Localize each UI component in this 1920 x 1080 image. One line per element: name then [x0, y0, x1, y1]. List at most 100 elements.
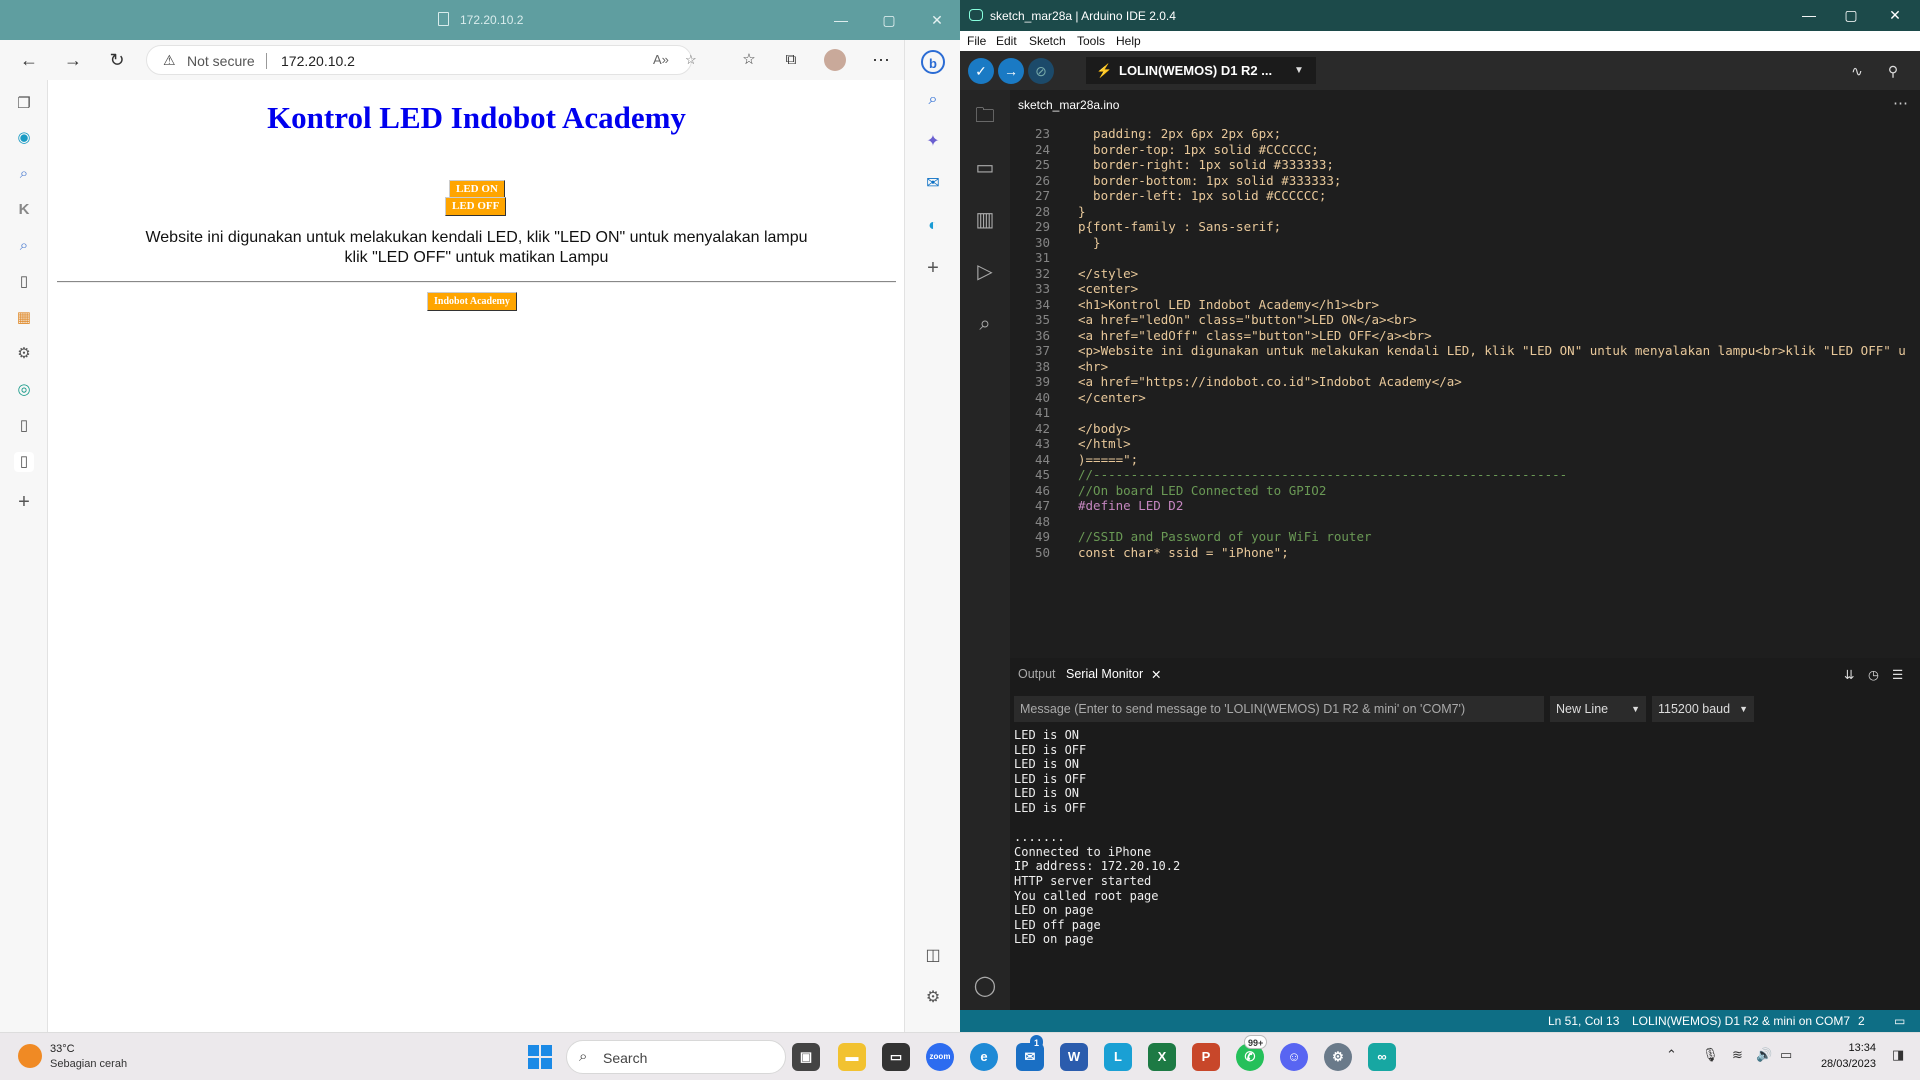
code-line[interactable]: #define LED D2: [1078, 498, 1183, 513]
code-line[interactable]: </center>: [1078, 390, 1146, 405]
code-line[interactable]: <h1>Kontrol LED Indobot Academy</h1><br>: [1078, 297, 1379, 312]
code-line[interactable]: <a href="ledOn" class="button">LED ON</a…: [1078, 312, 1417, 327]
clock-date[interactable]: 28/03/2023: [1806, 1058, 1876, 1070]
task-view-icon[interactable]: ▣: [792, 1043, 820, 1071]
menu-tools[interactable]: Tools: [1077, 34, 1105, 48]
sidebar-settings-icon[interactable]: ⚙: [921, 986, 945, 1010]
tab-search2-icon[interactable]: ⌕: [14, 236, 34, 256]
code-line[interactable]: <a href="ledOff" class="button">LED OFF<…: [1078, 328, 1432, 343]
code-line[interactable]: )=====";: [1078, 452, 1138, 467]
battery-icon[interactable]: ▭: [1780, 1047, 1792, 1063]
new-tab-icon[interactable]: +: [14, 492, 34, 512]
board-port-status[interactable]: LOLIN(WEMOS) D1 R2 & mini on COM7: [1632, 1014, 1850, 1028]
menu-file[interactable]: File: [967, 34, 986, 48]
notifications-icon[interactable]: ◨: [1892, 1047, 1904, 1063]
add-sidebar-icon[interactable]: +: [921, 256, 945, 280]
boards-manager-icon[interactable]: ▭: [973, 156, 997, 180]
refresh-icon[interactable]: ↻: [104, 48, 130, 72]
tab-k-icon[interactable]: K: [14, 200, 34, 220]
close-icon[interactable]: ✕: [922, 8, 952, 32]
arduino-ide-icon[interactable]: ∞: [1368, 1043, 1396, 1071]
toggle-panel-icon[interactable]: ▭: [1894, 1014, 1905, 1028]
serial-message-input[interactable]: Message (Enter to send message to 'LOLIN…: [1014, 696, 1544, 722]
discord-icon[interactable]: ☺: [1280, 1043, 1308, 1071]
menu-help[interactable]: Help: [1116, 34, 1141, 48]
code-line[interactable]: <p>Website ini digunakan untuk melakukan…: [1078, 343, 1906, 358]
cursor-position[interactable]: Ln 51, Col 13: [1548, 1014, 1619, 1028]
maximize-icon[interactable]: ▢: [874, 8, 904, 32]
menu-sketch[interactable]: Sketch: [1029, 34, 1066, 48]
menu-edit[interactable]: Edit: [996, 34, 1017, 48]
read-aloud-icon[interactable]: A»: [653, 52, 669, 67]
code-area[interactable]: 23 padding: 2px 6px 2px 6px; 24 border-to…: [1010, 120, 1920, 658]
tab-actions-icon[interactable]: ❐: [14, 94, 34, 114]
weather-temperature[interactable]: 33°C: [50, 1043, 75, 1055]
tools-icon[interactable]: ✦: [921, 130, 945, 154]
zoom-icon[interactable]: zoom: [926, 1043, 954, 1071]
serial-monitor-icon[interactable]: ⚲: [1880, 58, 1906, 84]
more-menu-icon[interactable]: ⋯: [868, 48, 894, 72]
settings-icon[interactable]: ⚙: [1324, 1043, 1352, 1071]
volume-icon[interactable]: 🔊: [1756, 1047, 1772, 1063]
bing-icon[interactable]: b: [921, 50, 945, 74]
address-bar[interactable]: ⚠ Not secure 172.20.10.2 A» ☆: [146, 45, 697, 75]
tab-arduino-icon[interactable]: ◉: [14, 128, 34, 148]
debug-icon[interactable]: ⊘: [1028, 58, 1054, 84]
app-l-icon[interactable]: L: [1104, 1043, 1132, 1071]
code-line[interactable]: </html>: [1078, 436, 1131, 451]
microphone-icon[interactable]: 🎙: [1702, 1047, 1719, 1063]
favorite-add-icon[interactable]: ☆: [685, 52, 697, 68]
collections-icon[interactable]: ⧉: [778, 48, 804, 72]
word-icon[interactable]: W: [1060, 1043, 1088, 1071]
sketchbook-icon[interactable]: 🗀: [973, 104, 997, 128]
serial-plotter-icon[interactable]: ∿: [1844, 58, 1870, 84]
tab-chatgpt-icon[interactable]: ◎: [14, 380, 34, 400]
show-hidden-icons-icon[interactable]: ⌃: [1666, 1047, 1677, 1063]
back-icon[interactable]: ←: [16, 48, 42, 72]
code-line[interactable]: //--------------------------------------…: [1078, 467, 1567, 482]
code-line[interactable]: <center>: [1078, 281, 1138, 296]
library-manager-icon[interactable]: ▥: [973, 208, 997, 232]
debug-panel-icon[interactable]: ▷: [973, 260, 997, 284]
profile-avatar[interactable]: [824, 49, 846, 71]
code-line[interactable]: <a href="https://indobot.co.id">Indobot …: [1078, 374, 1462, 389]
ide-minimize-icon[interactable]: —: [1794, 3, 1824, 27]
tab-page-icon[interactable]: ▯: [14, 272, 34, 292]
code-line[interactable]: border-top: 1px solid #CCCCCC;: [1078, 142, 1319, 157]
file-explorer-icon[interactable]: ▬: [838, 1043, 866, 1071]
taskbar-search[interactable]: ⌕ Search: [566, 1040, 786, 1074]
board-selector[interactable]: ⚡ LOLIN(WEMOS) D1 R2 ... ▼: [1086, 57, 1316, 84]
minimize-icon[interactable]: —: [826, 8, 856, 32]
search-icon[interactable]: ⌕: [921, 88, 945, 112]
autoscroll-icon[interactable]: ⇊: [1844, 667, 1854, 682]
clear-output-icon[interactable]: ☰: [1892, 667, 1903, 682]
outlook-icon[interactable]: ✉: [921, 172, 945, 196]
verify-icon[interactable]: ✓: [968, 58, 994, 84]
code-line[interactable]: }: [1078, 235, 1101, 250]
close-serial-tab-icon[interactable]: ✕: [1151, 667, 1161, 682]
led-off-button[interactable]: LED OFF: [445, 197, 507, 216]
tab-settings-icon[interactable]: ⚙: [14, 344, 34, 364]
code-line[interactable]: //On board LED Connected to GPIO2: [1078, 483, 1326, 498]
code-line[interactable]: border-left: 1px solid #CCCCCC;: [1078, 188, 1326, 203]
ide-close-icon[interactable]: ✕: [1880, 3, 1910, 27]
code-editor[interactable]: sketch_mar28a.ino ⋯ 23 padding: 2px 6px …: [1010, 90, 1920, 658]
start-icon[interactable]: [528, 1045, 552, 1069]
tab-microsoft-icon[interactable]: ▦: [14, 308, 34, 328]
url-text[interactable]: 172.20.10.2: [281, 53, 355, 69]
account-icon[interactable]: ◯: [973, 974, 997, 998]
search-panel-icon[interactable]: ⌕: [973, 312, 997, 336]
clock-time[interactable]: 13:34: [1806, 1042, 1876, 1054]
code-line[interactable]: //SSID and Password of your WiFi router: [1078, 529, 1372, 544]
more-actions-icon[interactable]: ⋯: [1893, 94, 1908, 112]
hide-sidebar-icon[interactable]: ◫: [921, 944, 945, 968]
upload-icon[interactable]: →: [998, 58, 1024, 84]
wifi-icon[interactable]: ≋: [1732, 1047, 1743, 1063]
excel-icon[interactable]: X: [1148, 1043, 1176, 1071]
powerpoint-icon[interactable]: P: [1192, 1043, 1220, 1071]
code-line[interactable]: }: [1078, 204, 1086, 219]
baud-select[interactable]: 115200 baud ▼: [1652, 696, 1754, 722]
tab-page2-icon[interactable]: ▯: [14, 416, 34, 436]
indobot-academy-link[interactable]: Indobot Academy: [427, 292, 517, 311]
code-line[interactable]: <hr>: [1078, 359, 1108, 374]
